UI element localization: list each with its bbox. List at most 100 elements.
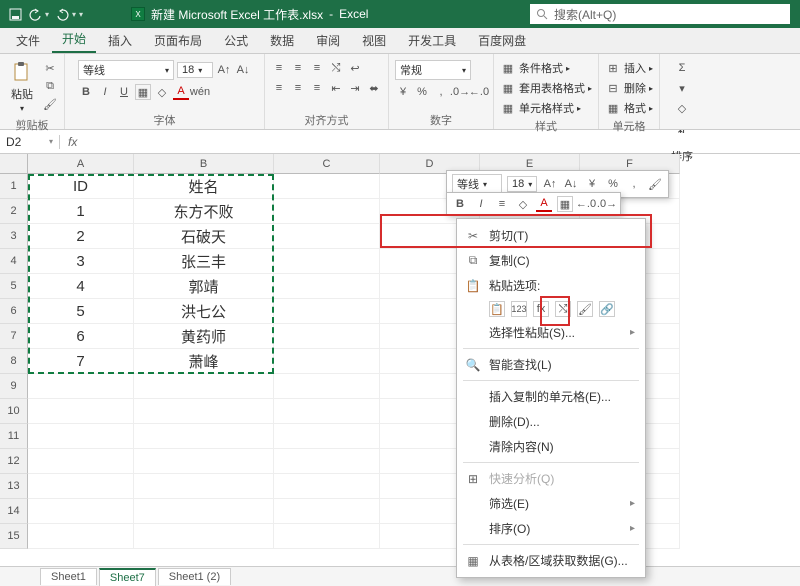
indent-dec-icon[interactable]: ⇤ [328, 80, 344, 96]
cell-C10[interactable] [274, 399, 380, 424]
phonetic-icon[interactable]: wén [192, 84, 208, 100]
align-right-icon[interactable]: ≡ [309, 80, 325, 96]
format-painter-icon[interactable]: 🖌 [42, 96, 58, 112]
row-header-13[interactable]: 13 [0, 474, 28, 499]
cell-A12[interactable] [28, 449, 134, 474]
underline-icon[interactable]: U [116, 84, 132, 100]
cell-C5[interactable] [274, 274, 380, 299]
tab-开发工具[interactable]: 开发工具 [398, 27, 466, 53]
cell-B9[interactable] [134, 374, 274, 399]
menu-filter[interactable]: 筛选(E)▸ [457, 491, 645, 516]
cell-A2[interactable]: 1 [28, 199, 134, 224]
col-header-A[interactable]: A [28, 154, 134, 174]
cut-icon[interactable]: ✂ [42, 60, 58, 76]
italic-icon[interactable]: I [97, 84, 113, 100]
tab-百度网盘[interactable]: 百度网盘 [468, 27, 536, 53]
mini-align-icon[interactable]: ≡ [494, 196, 510, 212]
row-header-10[interactable]: 10 [0, 399, 28, 424]
align-middle-icon[interactable]: ≡ [290, 60, 306, 76]
menu-clear[interactable]: 清除内容(N) [457, 434, 645, 459]
cell-C2[interactable] [274, 199, 380, 224]
cell-B12[interactable] [134, 449, 274, 474]
decrease-font-icon[interactable]: A↓ [235, 62, 251, 78]
col-header-B[interactable]: B [134, 154, 274, 174]
menu-paste-special[interactable]: 选择性粘贴(S)...▸ [457, 320, 645, 345]
cell-A10[interactable] [28, 399, 134, 424]
fx-icon[interactable]: fx [60, 135, 85, 149]
row-header-8[interactable]: 8 [0, 349, 28, 374]
cell-C6[interactable] [274, 299, 380, 324]
save-icon[interactable] [8, 7, 22, 21]
select-all-corner[interactable] [0, 154, 28, 174]
cell-B6[interactable]: 洪七公 [134, 299, 274, 324]
tab-插入[interactable]: 插入 [98, 27, 142, 53]
row-header-14[interactable]: 14 [0, 499, 28, 524]
indent-inc-icon[interactable]: ⇥ [347, 80, 363, 96]
cell-C14[interactable] [274, 499, 380, 524]
cell-A6[interactable]: 5 [28, 299, 134, 324]
cell-A3[interactable]: 2 [28, 224, 134, 249]
mini-currency-icon[interactable]: ¥ [584, 176, 600, 192]
wrap-text-icon[interactable]: ↩ [347, 60, 363, 76]
cell-B14[interactable] [134, 499, 274, 524]
table-format-button[interactable]: ▦套用表格格式▸ [500, 80, 592, 96]
row-header-2[interactable]: 2 [0, 199, 28, 224]
cell-A9[interactable] [28, 374, 134, 399]
undo-icon[interactable] [28, 7, 42, 21]
row-header-3[interactable]: 3 [0, 224, 28, 249]
cell-C13[interactable] [274, 474, 380, 499]
mini-dec-font-icon[interactable]: A↓ [563, 176, 579, 192]
percent-icon[interactable]: % [414, 84, 430, 100]
merge-icon[interactable]: ⬌ [366, 80, 382, 96]
mini-comma-icon[interactable]: , [626, 176, 642, 192]
inc-decimal-icon[interactable]: .0→ [452, 84, 468, 100]
bold-icon[interactable]: B [78, 84, 94, 100]
row-header-7[interactable]: 7 [0, 324, 28, 349]
increase-font-icon[interactable]: A↑ [216, 62, 232, 78]
mini-dec-decimal-icon[interactable]: ←.0 [578, 196, 594, 212]
number-format-select[interactable]: 常规▾ [395, 60, 471, 80]
paste-button[interactable]: 粘贴 ▾ [6, 58, 38, 115]
mini-font-select[interactable]: 等线▾ [452, 174, 502, 194]
tab-视图[interactable]: 视图 [352, 27, 396, 53]
conditional-format-button[interactable]: ▦条件格式▸ [500, 60, 570, 76]
qat-customize-icon[interactable]: ▾ [79, 10, 83, 19]
copy-icon[interactable]: ⧉ [42, 78, 58, 94]
align-center-icon[interactable]: ≡ [290, 80, 306, 96]
mini-size-select[interactable]: 18▾ [507, 176, 537, 192]
col-header-C[interactable]: C [274, 154, 380, 174]
row-header-11[interactable]: 11 [0, 424, 28, 449]
font-size-select[interactable]: 18▾ [177, 62, 213, 78]
formula-input[interactable] [85, 133, 800, 151]
align-top-icon[interactable]: ≡ [271, 60, 287, 76]
mini-format-painter-icon[interactable]: 🖌 [647, 176, 663, 192]
redo-icon[interactable] [55, 7, 69, 21]
tab-审阅[interactable]: 审阅 [306, 27, 350, 53]
row-header-6[interactable]: 6 [0, 299, 28, 324]
autosum-icon[interactable]: Σ [674, 60, 690, 76]
font-color-icon[interactable]: A [173, 84, 189, 100]
cell-B4[interactable]: 张三丰 [134, 249, 274, 274]
cell-B11[interactable] [134, 424, 274, 449]
cell-C15[interactable] [274, 524, 380, 549]
row-header-1[interactable]: 1 [0, 174, 28, 199]
menu-cut[interactable]: ✂剪切(T) [457, 223, 645, 248]
tab-页面布局[interactable]: 页面布局 [144, 27, 212, 53]
format-button[interactable]: ▦格式▸ [605, 100, 653, 116]
clear-icon[interactable]: ◇ [674, 100, 690, 116]
cell-B3[interactable]: 石破天 [134, 224, 274, 249]
cell-B13[interactable] [134, 474, 274, 499]
row-header-9[interactable]: 9 [0, 374, 28, 399]
tab-开始[interactable]: 开始 [52, 25, 96, 53]
cell-A14[interactable] [28, 499, 134, 524]
paste-link-icon[interactable]: 🔗 [599, 301, 615, 317]
paste-all-icon[interactable]: 📋 [489, 301, 505, 317]
row-header-12[interactable]: 12 [0, 449, 28, 474]
paste-formatting-icon[interactable]: 🖌 [577, 301, 593, 317]
mini-fill-icon[interactable]: ◇ [515, 196, 531, 212]
tab-文件[interactable]: 文件 [6, 27, 50, 53]
mini-fontcolor-icon[interactable]: A [536, 196, 552, 212]
currency-icon[interactable]: ¥ [395, 84, 411, 100]
menu-copy[interactable]: ⧉复制(C) [457, 248, 645, 273]
cell-A15[interactable] [28, 524, 134, 549]
